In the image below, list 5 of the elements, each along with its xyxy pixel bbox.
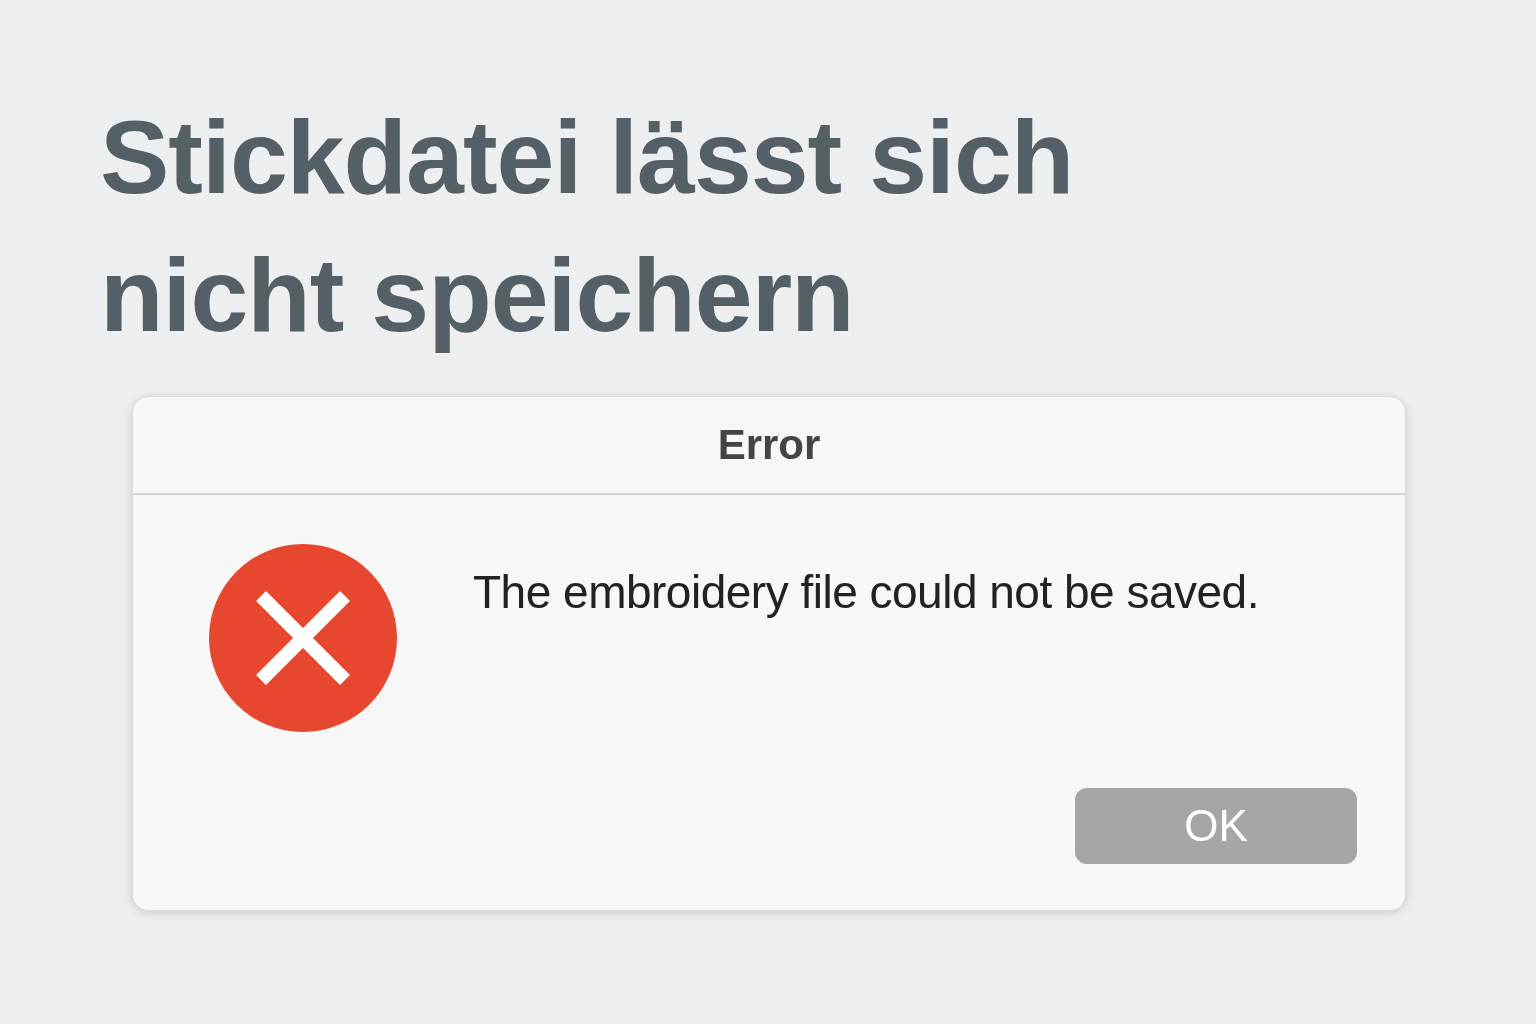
error-icon (208, 543, 398, 733)
error-message: The embroidery file could not be saved. (473, 565, 1259, 619)
dialog-title: Error (717, 421, 821, 469)
ok-button[interactable]: OK (1075, 788, 1357, 864)
page-heading: Stickdatei lässt sich nicht speichern (100, 98, 1075, 355)
